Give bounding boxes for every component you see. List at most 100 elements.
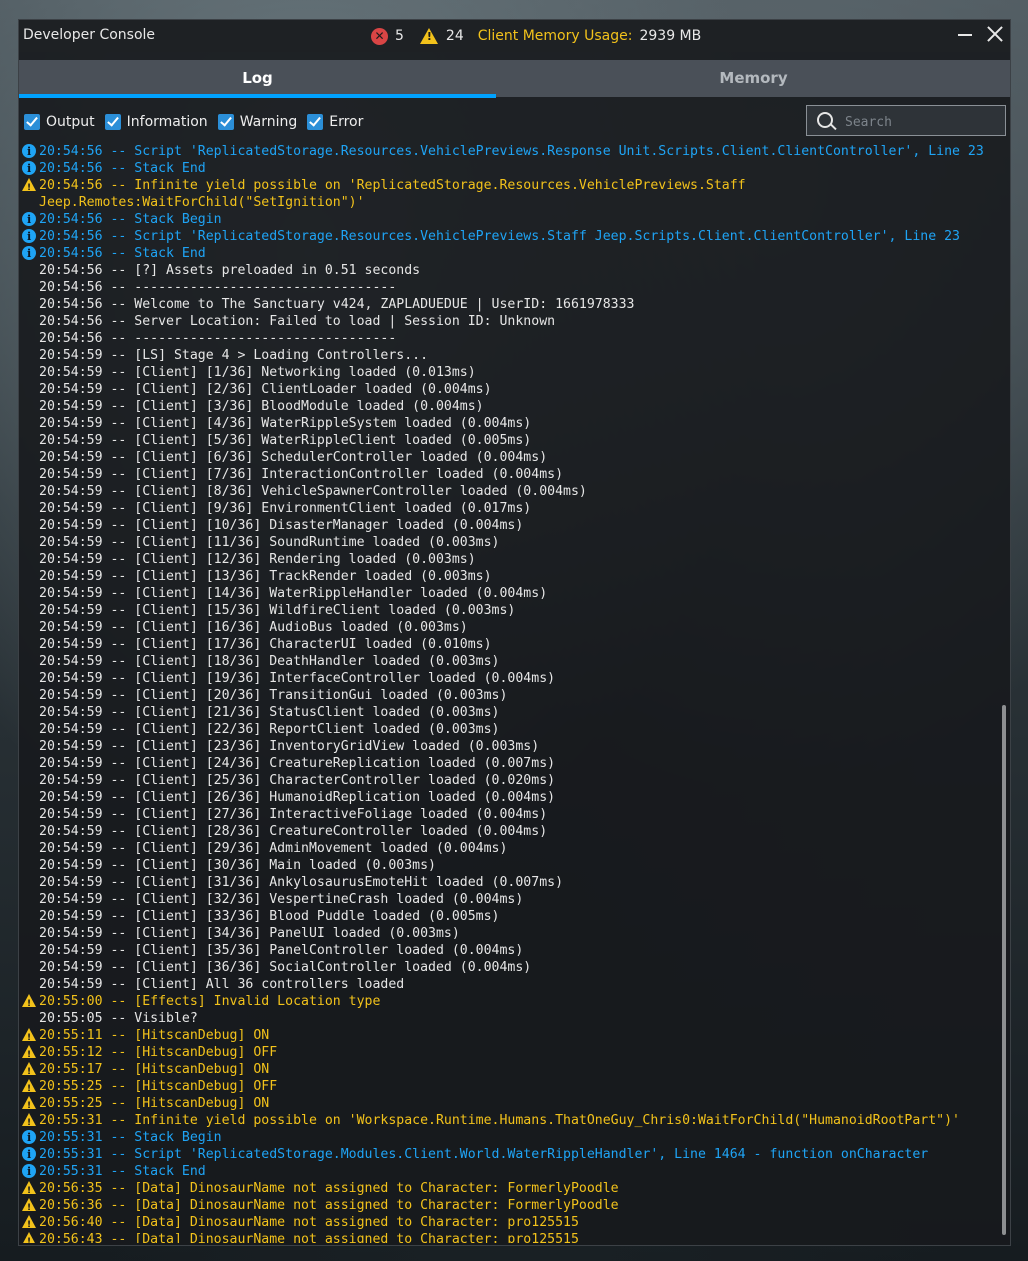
filter-error[interactable]: Error [307, 114, 363, 130]
log-line-text: 20:54:59 -- [Client] [21/36] StatusClien… [39, 705, 500, 720]
info-icon [22, 1129, 36, 1146]
log-line-text: 20:54:59 -- [Client] All 36 controllers … [39, 977, 405, 992]
log-line: 20:54:56 -- [?] Assets preloaded in 0.51… [21, 262, 996, 279]
log-line-text: 20:54:59 -- [Client] [7/36] InteractionC… [39, 467, 564, 482]
info-icon [22, 160, 36, 177]
filter-warning[interactable]: Warning [217, 114, 298, 130]
filter-output-label: Output [46, 114, 95, 130]
log-line: 20:55:12 -- [HitscanDebug] OFF [21, 1044, 996, 1061]
log-line-text: 20:56:35 -- [Data] DinosaurName not assi… [39, 1181, 619, 1196]
log-line-text: 20:54:59 -- [Client] [1/36] Networking l… [39, 365, 476, 380]
log-line-text: 20:54:59 -- [Client] [36/36] SocialContr… [39, 960, 532, 975]
tab-memory[interactable]: Memory [515, 60, 992, 97]
warning-icon [419, 28, 438, 44]
minimize-button[interactable] [958, 23, 972, 43]
log-line-text: 20:54:59 -- [Client] [26/36] HumanoidRep… [39, 790, 556, 805]
log-line-text: 20:54:59 -- [Client] [25/36] CharacterCo… [39, 773, 556, 788]
information-checkbox[interactable] [104, 114, 121, 130]
log-line: 20:55:31 -- Stack Begin [21, 1129, 996, 1146]
warning-icon [22, 1045, 36, 1061]
filter-warning-label: Warning [239, 114, 298, 130]
filter-error-label: Error [329, 114, 364, 130]
filter-information-label: Information [126, 114, 208, 130]
console-stats: ✕ 5 24 Client Memory Usage: 2939 MB [371, 26, 701, 46]
search-icon [817, 112, 833, 128]
log-line-text: 20:54:59 -- [Client] [17/36] CharacterUI… [39, 637, 492, 652]
log-line-text: 20:54:56 -- Script 'ReplicatedStorage.Re… [39, 229, 960, 244]
window-title: Developer Console [23, 27, 156, 43]
log-line: 20:54:56 -- Stack Begin [21, 211, 996, 228]
memory-label: Client Memory Usage: [477, 28, 633, 44]
log-line-text: 20:54:59 -- [Client] [11/36] SoundRuntim… [39, 535, 500, 550]
log-line: 20:54:59 -- [LS] Stage 4 > Loading Contr… [21, 347, 996, 364]
search-box[interactable] [806, 105, 1006, 136]
log-filters: Output Information Warning Error [24, 111, 373, 133]
log-line-text: 20:54:59 -- [Client] [3/36] BloodModule … [39, 399, 484, 414]
log-line: 20:54:59 -- [Client] [6/36] SchedulerCon… [21, 449, 996, 466]
log-line-text: 20:55:12 -- [HitscanDebug] OFF [39, 1045, 278, 1060]
log-line-text: 20:56:40 -- [Data] DinosaurName not assi… [39, 1215, 579, 1230]
log-line-text: 20:54:59 -- [Client] [30/36] Main loaded… [39, 858, 436, 873]
log-line: 20:54:59 -- [Client] [22/36] ReportClien… [21, 721, 996, 738]
search-input[interactable] [843, 111, 997, 133]
log-line-text: 20:54:56 -- ----------------------------… [39, 331, 397, 346]
log-line: 20:54:59 -- [Client] [26/36] HumanoidRep… [21, 789, 996, 806]
warning-icon [22, 1232, 36, 1243]
info-icon [22, 245, 36, 262]
log-line-text: 20:56:43 -- [Data] DinosaurName not assi… [39, 1232, 579, 1243]
log-scrollbar[interactable] [1002, 705, 1006, 1235]
tab-log[interactable]: Log [19, 60, 496, 98]
log-line: 20:54:59 -- [Client] [11/36] SoundRuntim… [21, 534, 996, 551]
log-output[interactable]: 20:54:56 -- Script 'ReplicatedStorage.Re… [21, 143, 996, 1243]
close-button[interactable] [986, 25, 1004, 43]
warning-icon [22, 1215, 36, 1231]
error-checkbox[interactable] [307, 114, 324, 130]
log-line-text: 20:55:00 -- [Effects] Invalid Location t… [39, 994, 381, 1009]
log-line: 20:54:59 -- [Client] [31/36] Ankylosauru… [21, 874, 996, 891]
log-line: 20:54:59 -- [Client] [4/36] WaterRippleS… [21, 415, 996, 432]
log-line-text: 20:54:59 -- [Client] [31/36] Ankylosauru… [39, 875, 564, 890]
log-line: 20:56:36 -- [Data] DinosaurName not assi… [21, 1197, 996, 1214]
log-line: 20:54:59 -- [Client] All 36 controllers … [21, 976, 996, 993]
warning-icon [22, 1198, 36, 1214]
log-line: 20:54:59 -- [Client] [13/36] TrackRender… [21, 568, 996, 585]
log-line-text: 20:54:59 -- [Client] [24/36] CreatureRep… [39, 756, 556, 771]
warning-icon [22, 178, 36, 197]
warning-count: 24 [445, 28, 464, 44]
log-line-text: 20:54:59 -- [Client] [19/36] InterfaceCo… [39, 671, 556, 686]
log-line: 20:54:59 -- [Client] [33/36] Blood Puddl… [21, 908, 996, 925]
warning-icon [22, 994, 36, 1010]
log-line-text: 20:54:56 -- Infinite yield possible on '… [39, 178, 754, 210]
log-line-text: 20:54:59 -- [Client] [5/36] WaterRippleC… [39, 433, 532, 448]
filter-output[interactable]: Output [24, 114, 95, 130]
log-line-text: 20:54:59 -- [Client] [13/36] TrackRender… [39, 569, 492, 584]
info-icon [22, 211, 36, 228]
warning-checkbox[interactable] [217, 114, 234, 130]
log-line: 20:54:56 -- ----------------------------… [21, 330, 996, 347]
log-line: 20:54:59 -- [Client] [30/36] Main loaded… [21, 857, 996, 874]
log-line-text: 20:54:59 -- [Client] [20/36] TransitionG… [39, 688, 508, 703]
log-line-text: 20:54:59 -- [Client] [15/36] WildfireCli… [39, 603, 516, 618]
log-line: 20:55:00 -- [Effects] Invalid Location t… [21, 993, 996, 1010]
log-line-text: 20:54:59 -- [Client] [14/36] WaterRipple… [39, 586, 548, 601]
log-line-text: 20:54:59 -- [Client] [27/36] Interactive… [39, 807, 548, 822]
log-line-text: 20:56:36 -- [Data] DinosaurName not assi… [39, 1198, 619, 1213]
warning-icon [22, 1181, 36, 1197]
log-line-text: 20:54:56 -- Server Location: Failed to l… [39, 314, 556, 329]
log-line: 20:54:59 -- [Client] [17/36] CharacterUI… [21, 636, 996, 653]
filter-information[interactable]: Information [104, 114, 208, 130]
log-line: 20:55:31 -- Stack End [21, 1163, 996, 1180]
log-line: 20:54:59 -- [Client] [24/36] CreatureRep… [21, 755, 996, 772]
error-icon: ✕ [371, 27, 388, 45]
memory-value: 2939 MB [639, 28, 702, 44]
tab-log-label: Log [242, 69, 273, 87]
log-line-text: 20:55:25 -- [HitscanDebug] ON [39, 1096, 270, 1111]
log-line: 20:54:59 -- [Client] [27/36] Interactive… [21, 806, 996, 823]
log-line-text: 20:54:56 -- Stack End [39, 161, 206, 176]
log-line-text: 20:54:56 -- Stack Begin [39, 212, 222, 227]
log-line: 20:54:59 -- [Client] [25/36] CharacterCo… [21, 772, 996, 789]
log-line: 20:55:11 -- [HitscanDebug] ON [21, 1027, 996, 1044]
output-checkbox[interactable] [24, 114, 40, 130]
log-line: 20:56:40 -- [Data] DinosaurName not assi… [21, 1214, 996, 1231]
log-line-text: 20:54:59 -- [Client] [6/36] SchedulerCon… [39, 450, 548, 465]
